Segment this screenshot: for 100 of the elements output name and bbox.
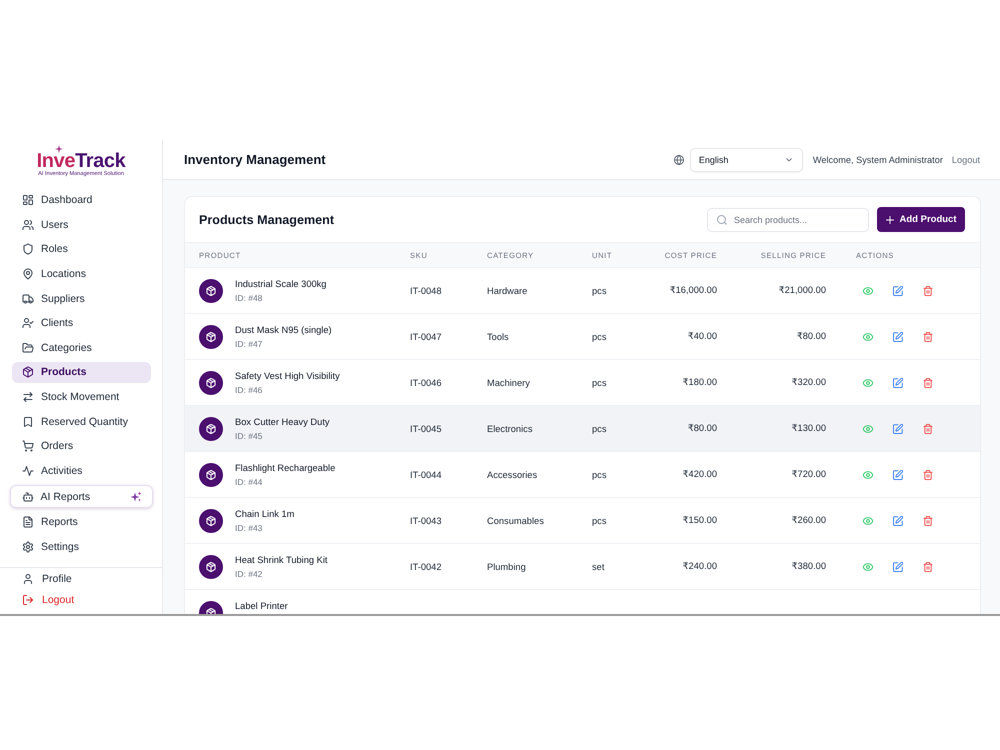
users-icon: [22, 218, 34, 231]
box-icon: [199, 278, 223, 302]
product-id: ID: #43: [235, 522, 262, 534]
user-check-icon: [22, 317, 34, 330]
table-cell: ₹40.00: [688, 331, 717, 342]
product-name: Safety Vest High Visibility: [235, 370, 340, 382]
table-cell: set: [592, 562, 604, 572]
sidebar-item[interactable]: Orders: [12, 436, 151, 457]
sidebar-item[interactable]: Dashboard: [12, 190, 151, 210]
sidebar-item[interactable]: Reports: [12, 512, 151, 533]
table-cell: ₹180.00: [682, 377, 717, 388]
eye-icon: [863, 470, 873, 480]
table-cell: pcs: [592, 424, 606, 434]
sidebar-item[interactable]: Stock Movement: [12, 386, 151, 408]
map-pin-icon: [22, 268, 34, 280]
trash-icon: [923, 562, 933, 572]
edit-icon: [893, 470, 903, 480]
box-icon: [199, 462, 223, 486]
trash-icon: [923, 286, 933, 296]
plus-icon: [886, 216, 894, 224]
sidebar-item[interactable]: Roles: [12, 238, 151, 260]
trash-icon: [923, 516, 933, 526]
trash-icon: [923, 470, 933, 480]
sidebar-item[interactable]: Products: [12, 362, 151, 383]
table-cell: IT-0047: [410, 332, 442, 342]
edit-icon: [893, 424, 903, 434]
edit-icon: [893, 286, 903, 296]
table-cell: ₹320.00: [792, 377, 826, 388]
logo-wordmark: InveTrack: [36, 154, 126, 169]
table-cell: ₹80.00: [688, 423, 717, 434]
box-icon: [199, 554, 223, 578]
table-cell: ₹260.00: [792, 515, 826, 526]
product-id: ID: #42: [235, 568, 262, 580]
table-cell: pcs: [592, 470, 606, 480]
table-cell: IT-0043: [410, 516, 442, 526]
settings-icon: [22, 540, 34, 553]
product-name: Flashlight Rechargeable: [235, 462, 336, 474]
table-cell: pcs: [592, 286, 606, 296]
table-cell: Plumbing: [487, 562, 526, 572]
table-cell: Tools: [487, 332, 509, 342]
bookmark-icon: [22, 416, 34, 428]
table-cell: Machinery: [487, 378, 530, 388]
table-cell: IT-0042: [410, 562, 442, 572]
table-cell: Electronics: [487, 424, 532, 434]
box-icon: [199, 416, 223, 440]
language-select[interactable]: English: [690, 148, 803, 172]
edit-icon: [893, 378, 903, 388]
add-product-button[interactable]: Add Product: [877, 207, 965, 232]
table-cell: pcs: [592, 378, 606, 388]
swap-arrows-icon: [22, 391, 34, 403]
table-cell: Hardware: [487, 286, 528, 296]
product-id: ID: #48: [235, 292, 262, 304]
product-id: ID: #44: [235, 476, 262, 488]
robot-icon: [22, 490, 34, 502]
sidebar-item[interactable]: Clients: [12, 312, 151, 334]
globe-icon: [674, 154, 684, 164]
table-cell: ₹420.00: [682, 469, 717, 480]
edit-icon: [893, 516, 903, 526]
search-field[interactable]: Search products...: [707, 208, 869, 232]
table-cell: IT-0048: [410, 286, 442, 296]
sparkle-icon: [55, 145, 63, 153]
product-name: Heat Shrink Tubing Kit: [235, 554, 328, 566]
chevron-down-icon: [786, 158, 792, 162]
box-icon: [199, 324, 223, 348]
table-cell: ₹720.00: [792, 469, 826, 480]
logout-link[interactable]: Logout: [952, 154, 980, 164]
document-icon: [22, 516, 34, 528]
trash-icon: [923, 332, 933, 342]
sidebar-item[interactable]: Users: [12, 214, 151, 236]
table-cell: Consumables: [487, 516, 544, 526]
sidebar-item[interactable]: Activities: [12, 460, 151, 482]
table-cell: IT-0044: [410, 470, 442, 480]
table-cell: ₹16,000.00: [670, 285, 717, 296]
table-cell: ₹150.00: [682, 515, 717, 526]
sidebar-item[interactable]: AI Reports: [10, 485, 153, 508]
eye-icon: [863, 516, 873, 526]
product-name: Industrial Scale 300kg: [235, 278, 326, 290]
sidebar-item[interactable]: Categories: [12, 337, 151, 358]
table-cell: Accessories: [487, 470, 538, 480]
table-cell: pcs: [592, 516, 606, 526]
page-title: Inventory Management: [184, 152, 326, 167]
sidebar-item[interactable]: Profile: [12, 568, 151, 590]
truck-icon: [22, 292, 34, 304]
sidebar-item[interactable]: Settings: [12, 536, 151, 558]
logout-icon: [22, 594, 34, 606]
sidebar-item[interactable]: Locations: [12, 263, 151, 284]
card-title: Products Management: [199, 212, 334, 226]
product-id: ID: #45: [235, 430, 262, 442]
sparkles-icon: [130, 490, 142, 502]
eye-icon: [863, 378, 873, 388]
sidebar-item[interactable]: Suppliers: [12, 288, 151, 309]
edit-icon: [893, 332, 903, 342]
sidebar-item[interactable]: Logout: [12, 589, 151, 610]
search-icon: [717, 214, 727, 224]
table-cell: IT-0045: [410, 424, 442, 434]
eye-icon: [863, 286, 873, 296]
product-name: Box Cutter Heavy Duty: [235, 416, 330, 428]
cart-icon: [22, 440, 34, 452]
sidebar-item[interactable]: Reserved Quantity: [12, 411, 151, 432]
eye-icon: [863, 562, 873, 572]
